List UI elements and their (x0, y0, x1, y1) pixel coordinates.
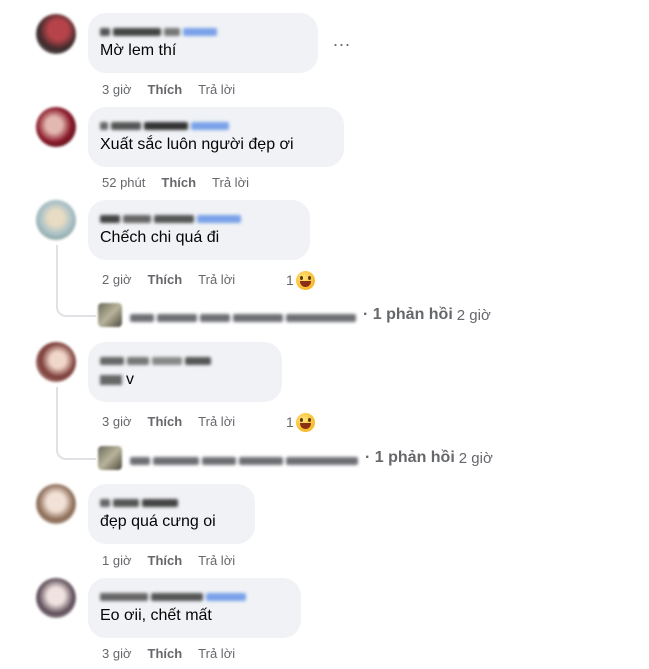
comment-actions: 1 giờ Thích Trả lời (102, 552, 235, 570)
view-replies[interactable]: · 1 phản hồi 2 giờ (98, 302, 491, 328)
reply-count: · 1 phản hồi (365, 449, 455, 466)
avatar[interactable] (36, 200, 76, 240)
comment-actions: 3 giờ Thích Trả lời (102, 645, 235, 663)
comment-bubble: Xuất sắc luôn người đẹp ơi (88, 107, 344, 167)
comment-bubble: Chếch chi quá đi (88, 200, 310, 260)
avatar (98, 303, 122, 327)
reply-button[interactable]: Trả lời (198, 414, 235, 429)
comment-text: v (100, 369, 270, 391)
comment-time[interactable]: 3 giờ (102, 82, 132, 97)
comment-text: Eo ơii, chết mất (100, 607, 212, 624)
comment-time[interactable]: 1 giờ (102, 553, 132, 568)
comment-time[interactable]: 2 giờ (102, 272, 132, 287)
comment-time[interactable]: 3 giờ (102, 646, 132, 661)
reply-button[interactable]: Trả lời (212, 175, 249, 190)
reply-thread-line (56, 245, 96, 317)
replier-name (130, 452, 361, 465)
commenter-name[interactable] (100, 210, 298, 224)
reply-time: 2 giờ (456, 306, 491, 324)
reply-button[interactable]: Trả lời (198, 272, 235, 287)
comment-actions: 3 giờ Thích Trả lời (102, 413, 235, 431)
avatar[interactable] (36, 578, 76, 618)
commenter-name[interactable] (100, 588, 289, 602)
like-button[interactable]: Thích (161, 175, 196, 190)
commenter-name[interactable] (100, 352, 270, 366)
comment-text: Chếch chi quá đi (100, 229, 220, 246)
haha-emoji-icon (295, 412, 315, 432)
reply-thread-line (56, 387, 96, 460)
like-button[interactable]: Thích (148, 414, 183, 429)
avatar[interactable] (36, 484, 76, 524)
like-button[interactable]: Thích (148, 82, 183, 97)
reply-time: 2 giờ (458, 449, 493, 467)
avatar (98, 446, 122, 470)
commenter-name[interactable] (100, 117, 332, 131)
reaction-count: 1 (286, 272, 294, 288)
reply-button[interactable]: Trả lời (198, 646, 235, 661)
commenter-name[interactable] (100, 494, 243, 508)
comment-text: Xuất sắc luôn người đẹp ơi (100, 136, 294, 153)
comment-bubble: đẹp quá cưng oi (88, 484, 255, 544)
comment-text: đẹp quá cưng oi (100, 513, 216, 530)
like-button[interactable]: Thích (148, 646, 183, 661)
commenter-name[interactable] (100, 23, 306, 37)
comment-time[interactable]: 3 giờ (102, 414, 132, 429)
avatar[interactable] (36, 107, 76, 147)
like-button[interactable]: Thích (148, 553, 183, 568)
like-button[interactable]: Thích (148, 272, 183, 287)
comment-bubble: Mờ lem thí (88, 13, 318, 73)
haha-emoji-icon (295, 270, 315, 290)
more-options-icon[interactable]: ... (333, 30, 351, 51)
avatar[interactable] (36, 342, 76, 382)
comment-actions: 3 giờ Thích Trả lời (102, 81, 235, 99)
reply-button[interactable]: Trả lời (198, 82, 235, 97)
reaction-summary[interactable]: 1 (286, 411, 315, 433)
reaction-summary[interactable]: 1 (286, 269, 315, 291)
comment-text: Mờ lem thí (100, 42, 177, 59)
comment-time[interactable]: 52 phút (102, 175, 145, 190)
reaction-count: 1 (286, 414, 294, 430)
reply-button[interactable]: Trả lời (198, 553, 235, 568)
comment-bubble: v (88, 342, 282, 402)
comment-actions: 52 phút Thích Trả lời (102, 174, 249, 192)
comment-bubble: Eo ơii, chết mất (88, 578, 301, 638)
comment-actions: 2 giờ Thích Trả lời (102, 271, 235, 289)
replier-name (130, 309, 359, 322)
avatar[interactable] (36, 14, 76, 54)
view-replies[interactable]: · 1 phản hồi 2 giờ (98, 445, 493, 471)
reply-count: · 1 phản hồi (363, 306, 453, 323)
